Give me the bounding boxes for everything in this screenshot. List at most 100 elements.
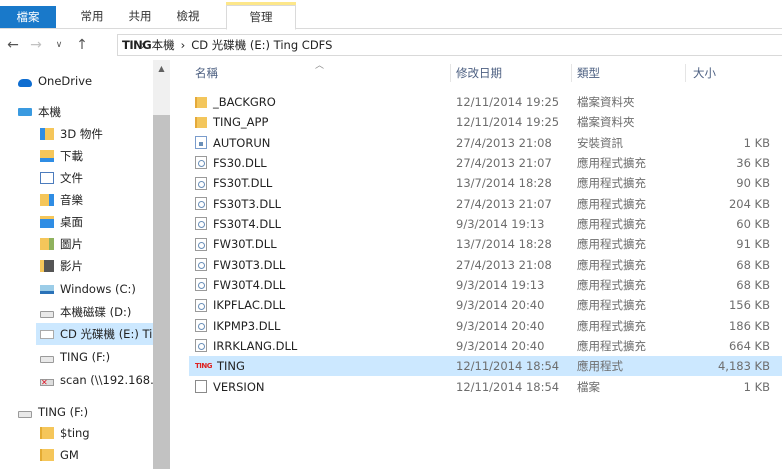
drive-icon xyxy=(18,410,32,418)
folder-icon xyxy=(195,96,207,108)
ribbon: 檔案 常用 共用 檢視 管理 xyxy=(0,0,782,30)
file-date: 27/4/2013 21:08 xyxy=(456,257,552,272)
3d-objects-icon xyxy=(40,128,54,140)
file-name-cell: VERSION xyxy=(195,377,450,397)
nav-item-local-disk-d[interactable]: 本機磁碟 (D:) xyxy=(40,301,131,323)
column-divider[interactable] xyxy=(685,64,686,82)
nav-item-pictures[interactable]: 圖片 xyxy=(40,233,83,255)
tab-manage[interactable]: 管理 xyxy=(226,5,296,30)
file-date: 27/4/2013 21:08 xyxy=(456,135,552,150)
chevron-right-icon[interactable]: › xyxy=(141,38,146,52)
file-row[interactable]: FS30T4.DLL 9/3/2014 19:13 應用程式擴充 60 KB xyxy=(189,214,782,234)
nav-item-label: 音樂 xyxy=(60,193,83,207)
nav-item-music[interactable]: 音樂 xyxy=(40,189,83,211)
downloads-icon xyxy=(40,150,54,162)
nav-item-label: $ting xyxy=(60,426,90,440)
file-icon xyxy=(195,380,207,394)
back-arrow-icon[interactable]: ← xyxy=(3,35,23,55)
nav-item-desktop[interactable]: 桌面 xyxy=(40,211,83,233)
file-row[interactable]: IRRKLANG.DLL 9/3/2014 20:40 應用程式擴充 664 KB xyxy=(189,336,782,356)
file-row[interactable]: IKPFLAC.DLL 9/3/2014 20:40 應用程式擴充 156 KB xyxy=(189,295,782,315)
nav-item-scan-network[interactable]: scan (\\192.168. xyxy=(40,369,154,391)
file-date: 9/3/2014 19:13 xyxy=(456,277,545,292)
nav-scrollbar[interactable]: ▲ xyxy=(153,60,170,469)
nav-item-label: 下載 xyxy=(60,149,83,163)
file-name: TING xyxy=(217,359,245,374)
file-row[interactable]: _BACKGRO 12/11/2014 19:25 檔案資料夾 xyxy=(189,92,782,112)
nav-item-3d-objects[interactable]: 3D 物件 xyxy=(40,123,103,145)
dll-icon xyxy=(195,278,207,292)
nav-item-label: OneDrive xyxy=(38,74,93,88)
nav-item-gm-folder[interactable]: GM xyxy=(40,444,79,466)
nav-item-windows-c[interactable]: Windows (C:) xyxy=(40,278,136,300)
tab-file[interactable]: 檔案 xyxy=(0,6,56,28)
file-row[interactable]: IKPMP3.DLL 9/3/2014 20:40 應用程式擴充 186 KB xyxy=(189,316,782,336)
file-name: IRRKLANG.DLL xyxy=(213,338,298,353)
forward-arrow-icon[interactable]: → xyxy=(26,35,46,55)
column-divider[interactable] xyxy=(450,64,451,82)
file-row[interactable]: FS30T.DLL 13/7/2014 18:28 應用程式擴充 90 KB xyxy=(189,173,782,193)
nav-item-videos[interactable]: 影片 xyxy=(40,255,83,277)
nav-item-label: Windows (C:) xyxy=(60,282,136,296)
nav-item-ting-folder[interactable]: $ting xyxy=(40,422,90,444)
nav-item-this-pc[interactable]: 本機 xyxy=(18,101,61,123)
breadcrumb-cd-drive[interactable]: CD 光碟機 (E:) Ting CDFS xyxy=(191,37,332,53)
cd-drive-icon xyxy=(40,329,54,339)
nav-item-downloads[interactable]: 下載 xyxy=(40,145,83,167)
nav-item-ting-f[interactable]: TING (F:) xyxy=(40,346,110,368)
documents-icon xyxy=(40,172,54,184)
file-row[interactable]: FS30T3.DLL 27/4/2013 21:07 應用程式擴充 204 KB xyxy=(189,194,782,214)
column-header-name[interactable]: 名稱 xyxy=(195,62,445,84)
nav-item-label: CD 光碟機 (E:) Tir xyxy=(60,327,158,341)
nav-item-label: 影片 xyxy=(60,259,83,273)
file-name: VERSION xyxy=(213,379,265,394)
file-size: 4,183 KB xyxy=(717,359,770,374)
nav-item-ting-f-root[interactable]: TING (F:) xyxy=(18,401,88,423)
up-arrow-icon[interactable]: ↑ xyxy=(72,35,92,55)
column-header-type[interactable]: 類型 xyxy=(577,62,677,84)
tab-share[interactable]: 共用 xyxy=(122,6,158,29)
dll-icon xyxy=(195,176,207,190)
file-size: 68 KB xyxy=(736,257,770,272)
file-name: IKPFLAC.DLL xyxy=(213,298,286,313)
dll-icon xyxy=(195,258,207,272)
column-divider[interactable] xyxy=(571,64,572,82)
music-icon xyxy=(40,194,54,206)
file-row[interactable]: FS30.DLL 27/4/2013 21:07 應用程式擴充 36 KB xyxy=(189,153,782,173)
column-header-date[interactable]: 修改日期 xyxy=(456,62,566,84)
file-row[interactable]: FW30T.DLL 13/7/2014 18:28 應用程式擴充 91 KB xyxy=(189,234,782,254)
file-name-cell: IRRKLANG.DLL xyxy=(195,336,450,356)
nav-item-label: 圖片 xyxy=(60,237,83,251)
tab-view[interactable]: 檢視 xyxy=(170,6,206,29)
file-row[interactable]: FW30T4.DLL 9/3/2014 19:13 應用程式擴充 68 KB xyxy=(189,275,782,295)
file-name-cell: TING_APP xyxy=(195,112,450,132)
chevron-right-icon[interactable]: › xyxy=(181,38,186,52)
dll-icon xyxy=(195,197,207,211)
file-name: FW30T.DLL xyxy=(213,237,277,252)
breadcrumb-this-pc[interactable]: 本機 xyxy=(152,37,175,53)
file-row[interactable]: FW30T3.DLL 27/4/2013 21:08 應用程式擴充 68 KB xyxy=(189,255,782,275)
file-name-cell: FS30T4.DLL xyxy=(195,214,450,234)
scroll-up-arrow-icon[interactable]: ▲ xyxy=(153,60,170,77)
file-type: 應用程式擴充 xyxy=(577,257,646,272)
tab-home[interactable]: 常用 xyxy=(74,6,110,29)
nav-item-onedrive[interactable]: OneDrive xyxy=(18,70,92,92)
file-size: 90 KB xyxy=(736,176,770,191)
dll-icon xyxy=(195,156,207,170)
column-header-size[interactable]: 大小 xyxy=(693,62,773,84)
drive-icon xyxy=(40,355,54,363)
recent-locations-chevron-icon[interactable]: ∨ xyxy=(49,35,69,55)
file-type: 檔案 xyxy=(577,379,600,394)
file-date: 12/11/2014 19:25 xyxy=(456,95,560,109)
file-row[interactable]: AUTORUN 27/4/2013 21:08 安裝資訊 1 KB xyxy=(189,133,782,153)
file-row[interactable]: VERSION 12/11/2014 18:54 檔案 1 KB xyxy=(189,377,782,397)
nav-item-documents[interactable]: 文件 xyxy=(40,167,83,189)
dll-icon xyxy=(195,298,207,312)
nav-item-cd-drive-e[interactable]: CD 光碟機 (E:) Tir xyxy=(36,323,157,345)
file-type: 應用程式擴充 xyxy=(577,277,646,292)
address-bar[interactable]: TING › 本機 › CD 光碟機 (E:) Ting CDFS xyxy=(117,34,782,56)
scrollbar-thumb[interactable] xyxy=(153,115,170,469)
file-row[interactable]: TING TING 12/11/2014 18:54 應用程式 4,183 KB xyxy=(189,356,782,377)
file-size: 204 KB xyxy=(728,196,770,211)
file-row[interactable]: TING_APP 12/11/2014 19:25 檔案資料夾 xyxy=(189,112,782,132)
